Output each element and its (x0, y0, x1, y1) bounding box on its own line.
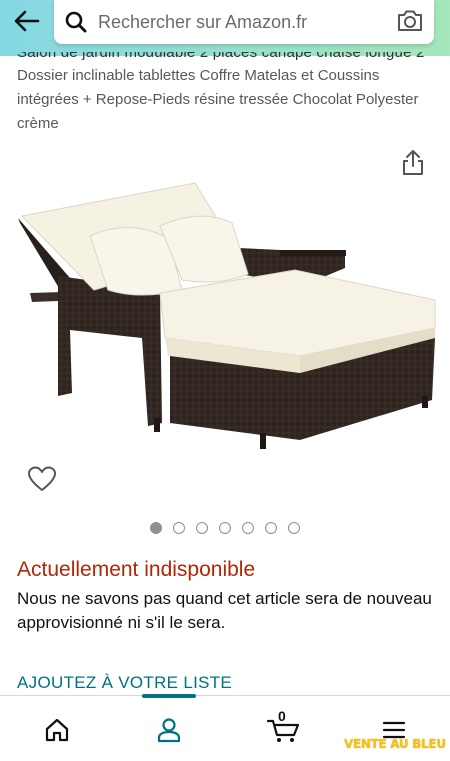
active-tab-indicator (142, 694, 196, 698)
search-input[interactable] (98, 8, 388, 36)
product-image[interactable] (10, 178, 442, 458)
availability-message: Nous ne savons pas quand cet article ser… (17, 589, 432, 632)
nav-account[interactable] (149, 712, 189, 748)
nav-home[interactable] (37, 712, 77, 748)
account-icon (157, 718, 181, 743)
nav-cart[interactable]: 0 (262, 708, 306, 748)
product-title: Dossier inclinable tablettes Coffre Mate… (17, 67, 419, 132)
carousel-dot[interactable] (150, 522, 162, 534)
carousel-dot[interactable] (196, 522, 208, 534)
back-arrow-icon (14, 10, 40, 32)
carousel-dot[interactable] (288, 522, 300, 534)
image-carousel-dots (150, 522, 300, 534)
carousel-dot[interactable] (173, 522, 185, 534)
search-icon (65, 11, 87, 33)
add-to-list-link[interactable]: AJOUTEZ À VOTRE LISTE (17, 673, 232, 693)
cart-count: 0 (278, 708, 286, 724)
camera-icon[interactable] (396, 8, 424, 34)
carousel-dot[interactable] (242, 522, 254, 534)
bottom-nav: 0 (0, 694, 450, 761)
search-header (0, 0, 450, 56)
watermark-logo: VENTE AU BLEU (344, 737, 446, 751)
search-box[interactable] (54, 0, 434, 44)
wishlist-heart-icon[interactable] (27, 465, 57, 493)
availability-status: Actuellement indisponible (17, 558, 256, 581)
product-title-clipped: Salon de jardin modulable 2 places canap… (17, 52, 425, 62)
carousel-dot[interactable] (265, 522, 277, 534)
back-button[interactable] (8, 6, 46, 36)
carousel-dot[interactable] (219, 522, 231, 534)
share-icon[interactable] (400, 148, 426, 176)
home-icon (45, 718, 69, 742)
